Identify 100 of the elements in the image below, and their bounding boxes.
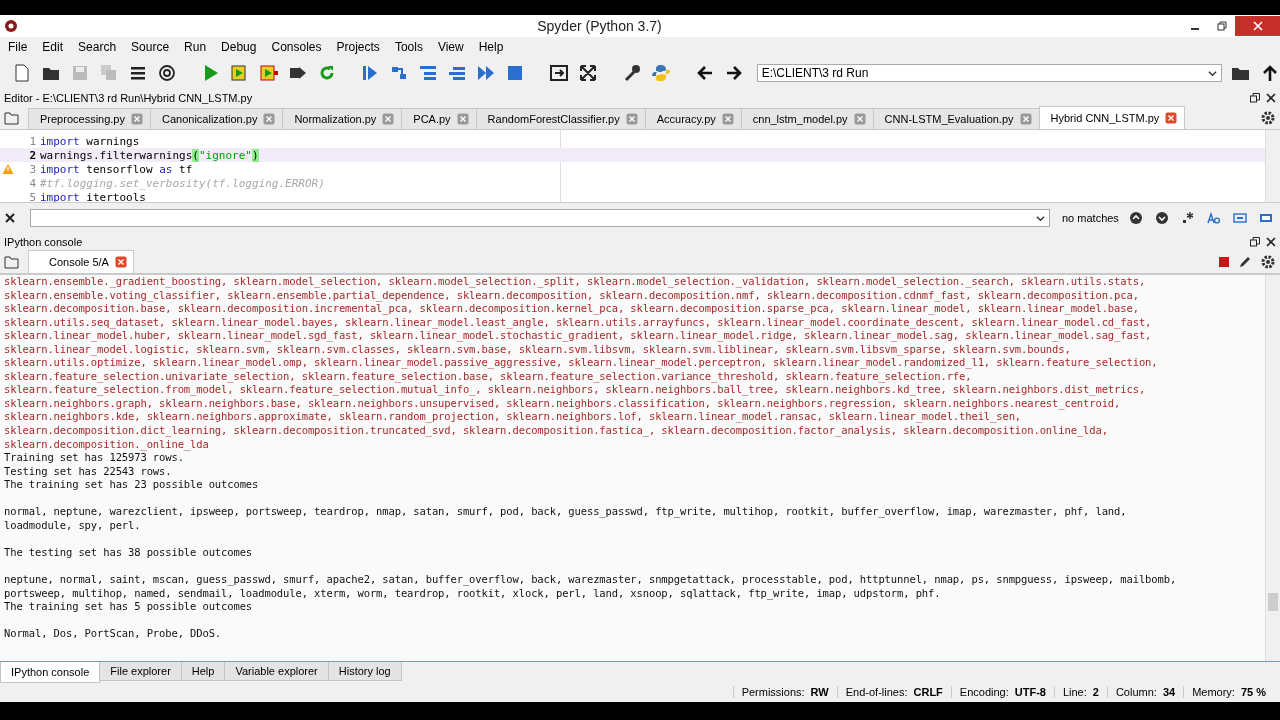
dock-tab[interactable]: File explorer [99, 662, 182, 681]
dock-tab[interactable]: Help [180, 662, 226, 681]
caret-icon[interactable] [1207, 68, 1217, 78]
close-icon[interactable] [1266, 237, 1276, 247]
menu-item[interactable]: File [8, 40, 28, 54]
file-tab[interactable]: RandomForestClassifier.py [475, 108, 646, 129]
close-tab-icon[interactable] [382, 113, 395, 125]
new-file-icon[interactable] [12, 63, 32, 83]
menu-item[interactable]: Consoles [271, 40, 322, 54]
console-output-line: The testing set has 38 possible outcomes [4, 545, 254, 560]
maximize-icon[interactable] [549, 63, 570, 83]
undock-icon[interactable] [1250, 237, 1260, 247]
file-tab[interactable]: CNN-LSTM_Evaluation.py [872, 108, 1040, 129]
console-error-line: sklearn.linear_model.huber, sklearn.linear_model.sgd_fast, sklearn.linear_model.stochastic_gradient, sklearn.linear_model.ridge, sklearn.linear_model.sag, sklearn.linear_model.sag_fast, [4, 329, 1153, 343]
status-value: CRLF [913, 686, 943, 698]
restore-icon [1216, 21, 1227, 31]
next-match-icon[interactable] [1154, 211, 1169, 225]
caret-icon[interactable] [1036, 213, 1045, 223]
python-icon[interactable] [650, 63, 671, 83]
status-value: UTF-8 [1014, 686, 1046, 698]
console-error-line: sklearn.utils.optimize, sklearn.linear_model.omp, sklearn.linear_model.passive_aggressive, sklearn.linear_model.perceptron, sklearn.linear_model.randomized_l1, sklearn.feature_selection, [4, 356, 1159, 370]
code-line: #tf.logging.set_verbosity(tf.logging.ERROR) [40, 176, 325, 190]
console-output-line: loadmodule, spy, perl. [4, 518, 142, 533]
console-error-line: sklearn.decomposition.dict_learning, sklearn.decomposition.truncated_svd, sklearn.decomposition.fastica_, sklearn.decomposition.factor_analysis, sklearn.decomposition.online_lda, [4, 424, 1109, 438]
previous-match-icon[interactable] [1128, 211, 1143, 225]
console-error-line: sklearn.linear_model.logistic, sklearn.svm, sklearn.svm.classes, sklearn.svm.base, sklearn.svm.libsvm, sklearn.svm.liblinear, sklearn.svm.libsvm_sparse, sklearn.svm.bounds, [4, 342, 1072, 357]
file-tab[interactable]: Hybrid CNN_LSTM.py [1038, 106, 1186, 129]
highlight-icon[interactable] [1258, 211, 1273, 225]
console-output-line: Normal, Dos, PortScan, Probe, DDoS. [4, 627, 223, 641]
status-label: Permissions: [741, 686, 805, 698]
console-error-line: sklearn.ensemble.voting_classifier, sklearn.ensemble.partial_dependence, sklearn.decomposition, sklearn.decomposition.nmf, sklearn.decomposition.cdnmf_fast, sklearn.decomposition.pca, [4, 288, 1140, 303]
console-error-line: sklearn.feature_selection.univariate_selection, sklearn.feature_selection.base, sklearn.feature_selection.variance_threshold, sklearn.feature_selection.rfe, [4, 369, 973, 384]
console-output-line: The training set has 23 possible outcomes [4, 478, 260, 492]
close-tab-icon[interactable] [131, 113, 143, 125]
status-label: Column: [1115, 686, 1157, 698]
line-number: 1 [28, 134, 37, 148]
close-icon[interactable] [4, 212, 16, 224]
menu-item[interactable]: View [437, 40, 464, 54]
scrollbar[interactable] [1265, 130, 1280, 202]
status-label: Line: [1062, 686, 1087, 698]
fullscreen-icon[interactable] [578, 63, 599, 83]
menu-item[interactable]: Tools [394, 40, 423, 54]
close-tab-icon[interactable] [114, 256, 127, 268]
step-into-icon[interactable] [418, 63, 439, 83]
menu-item[interactable]: Edit [42, 40, 64, 54]
undock-icon[interactable] [1250, 93, 1260, 103]
file-tab[interactable]: Preprocessing.py [28, 108, 151, 129]
console-output-line: portsweep, multihop, named, sendmail, loadmodule, xterm, worm, teardrop, rootkit, xlock, perl, land, xsnoop, sqlattack, ftp_write, imap, udpstorm, phf. [4, 586, 942, 601]
working-directory-field[interactable]: E:\CLIENT\3 rd Run [756, 64, 1222, 82]
browse-tabs-icon[interactable] [4, 254, 20, 270]
close-tab-icon[interactable] [263, 113, 276, 125]
menu-item[interactable]: Projects [336, 40, 380, 54]
close-tab-icon[interactable] [1019, 113, 1032, 125]
console-output-line: normal, neptune, warezclient, ipsweep, portsweep, teardrop, nmap, satan, smurf, pod, back, guess_passwd, ftp_write, multihop, rootkit, buffer_overflow, imap, warezmaster, phf, land, [4, 505, 1128, 519]
line-number: 5 [28, 190, 37, 202]
scrollbar[interactable] [1265, 275, 1280, 661]
settings-icon[interactable] [1260, 110, 1276, 126]
case-sensitive-icon[interactable] [1206, 211, 1221, 225]
status-label: End-of-lines: [845, 686, 908, 698]
close-icon [1252, 21, 1263, 31]
pane-title: Editor - E:\CLIENT\3 rd Run\Hybrid CNN_LSTM.py [4, 92, 253, 104]
menu-item[interactable]: Help [478, 40, 504, 54]
file-tab[interactable]: Accuracy.py [644, 108, 742, 129]
file-tab[interactable]: PCA.py [401, 108, 477, 129]
console-error-line: sklearn.decomposition.base, sklearn.decomposition.incremental_pca, sklearn.decomposition.kernel_pca, sklearn.decomposition.sparse_pca, sklearn.linear_model, sklearn.linear_model.base, [4, 302, 1140, 316]
file-tab[interactable]: Normalization.py [282, 108, 403, 129]
dock-tab[interactable]: History log [327, 662, 402, 681]
file-tab[interactable]: cnn_lstm_model.py [740, 108, 874, 129]
close-tab-icon[interactable] [456, 113, 469, 125]
settings-icon[interactable] [1260, 254, 1276, 270]
console-output-line: neptune, normal, saint, mscan, guess_passwd, smurf, apache2, satan, buffer_overflow, back, warezmaster, snmpgetattack, processtable, pod, httptunnel, nmap, ps, snmpguess, ipsweep, mailbomb, [4, 573, 1178, 587]
console-error-line: sklearn.decomposition._online_lda [4, 437, 210, 452]
window-title: Spyder (Python 3.7) [536, 18, 663, 34]
file-tab[interactable]: Canonicalization.py [150, 108, 284, 129]
code-line: import itertools [40, 190, 146, 202]
dock-tab[interactable]: Variable explorer [224, 662, 329, 681]
close-tab-icon[interactable] [853, 113, 866, 125]
close-tab-icon[interactable] [1165, 112, 1178, 124]
close-button[interactable] [1235, 16, 1280, 36]
close-icon[interactable] [1266, 93, 1276, 103]
line-number: 2 [28, 148, 37, 162]
console-tab[interactable]: Console 5/A [28, 250, 134, 273]
menu-item[interactable]: Search [78, 40, 117, 54]
browse-tabs-icon[interactable] [4, 110, 20, 126]
menu-item[interactable]: Debug [221, 40, 257, 54]
edit-icon[interactable] [1238, 255, 1252, 269]
console-error-line: sklearn.utils.seq_dataset, sklearn.linear_model.bayes, sklearn.linear_model.least_angle, sklearn.utils.arrayfuncs, sklearn.linear_model.coordinate_descent, sklearn.linear_model.cd_fast, [4, 315, 1153, 330]
menu-item[interactable]: Run [184, 40, 207, 54]
menu-item[interactable]: Source [131, 40, 170, 54]
search-status: no matches [1062, 212, 1119, 224]
run-cell-advance-icon[interactable] [258, 63, 279, 83]
stop-icon[interactable] [1218, 256, 1230, 268]
close-tab-icon[interactable] [721, 113, 734, 125]
status-value: 34 [1162, 686, 1176, 698]
whole-word-icon[interactable] [1232, 211, 1247, 225]
dock-tab[interactable]: IPython console [0, 662, 101, 683]
regex-icon[interactable] [1180, 211, 1195, 225]
search-field[interactable] [30, 209, 1050, 227]
line-number: 4 [28, 176, 37, 190]
close-tab-icon[interactable] [625, 113, 638, 125]
